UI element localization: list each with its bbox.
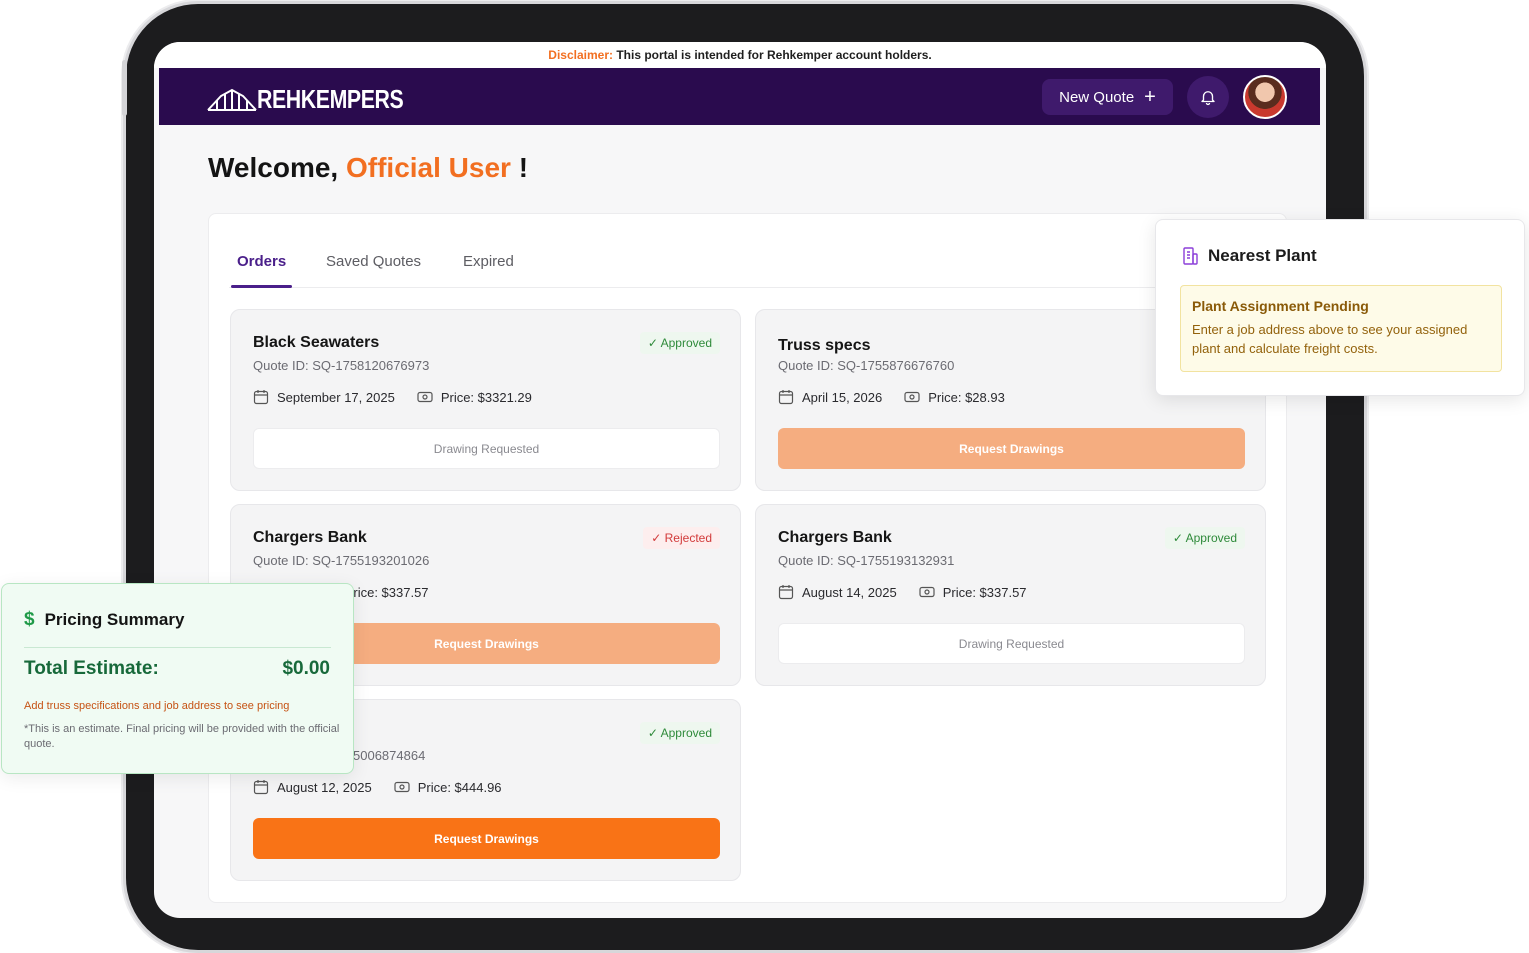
quote-id: Quote ID: SQ-1758120676973 — [253, 358, 430, 373]
order-meta: April 15, 2026 Price: $28.93 — [778, 389, 1005, 405]
order-price: Price: $337.57 — [344, 584, 429, 600]
pricing-hint: Add truss specifications and job address… — [24, 700, 290, 712]
pricing-disclaimer: *This is an estimate. Final pricing will… — [24, 723, 340, 750]
new-quote-label: New Quote — [1059, 88, 1135, 106]
pricing-summary-card: $ Pricing Summary Total Estimate: $0.00 … — [1, 583, 354, 774]
quote-id: Quote ID: SQ-1755193132931 — [778, 553, 955, 568]
page-title: Welcome, Official User ! — [208, 152, 528, 184]
order-meta: September 17, 2025 Price: $3321.29 — [253, 389, 532, 405]
total-estimate-value: $0.00 — [282, 658, 330, 679]
notifications-button[interactable] — [1187, 76, 1229, 118]
logo[interactable]: REHKEMPERS — [207, 84, 435, 115]
calendar-icon — [253, 780, 269, 795]
order-date: April 15, 2026 — [802, 389, 883, 405]
money-icon — [904, 391, 920, 403]
disclaimer-label: Disclaimer: — [548, 48, 613, 62]
quote-id: Quote ID: SQ-1755876676760 — [778, 358, 955, 373]
disclaimer-bar: Disclaimer: This portal is intended for … — [154, 42, 1326, 68]
total-estimate-label: Total Estimate: — [24, 658, 159, 679]
request-drawings-button[interactable]: Request Drawings — [253, 818, 720, 859]
disclaimer-text: This portal is intended for Rehkemper ac… — [612, 48, 932, 62]
user-name: Official User — [345, 152, 511, 183]
orders-panel: Orders Saved Quotes Expired Black Seawat… — [208, 213, 1287, 903]
calendar-icon — [778, 390, 794, 405]
quote-id: 5006874864 — [353, 748, 426, 763]
tab-expired[interactable]: Expired — [463, 253, 514, 270]
quote-id: Quote ID: SQ-1755193201026 — [253, 553, 430, 568]
logo-bridge-icon — [207, 88, 257, 111]
nearest-plant-card: Nearest Plant Plant Assignment Pending E… — [1155, 219, 1525, 396]
order-price: Price: $444.96 — [417, 779, 502, 795]
pricing-summary-header: $ Pricing Summary — [24, 609, 184, 631]
order-card: Chargers Bank Quote ID: SQ-1755193132931… — [755, 504, 1266, 686]
nearest-plant-header: Nearest Plant — [1180, 246, 1317, 266]
tablet-side-button — [122, 60, 127, 116]
request-drawings-button[interactable]: Request Drawings — [778, 428, 1245, 469]
divider — [24, 647, 331, 648]
nearest-plant-title: Nearest Plant — [1208, 246, 1317, 265]
calendar-icon — [778, 585, 794, 600]
top-navbar: REHKEMPERS New Quote + — [159, 68, 1320, 125]
order-meta: August 14, 2025 Price: $337.57 — [778, 584, 1027, 600]
status-badge: ✓ Approved — [639, 332, 720, 354]
building-icon — [1183, 247, 1198, 265]
plant-notice-title: Plant Assignment Pending — [1192, 298, 1369, 314]
order-title: Truss specs — [778, 337, 871, 354]
plus-icon: + — [1144, 86, 1156, 108]
drawing-requested-button[interactable]: Drawing Requested — [253, 428, 720, 469]
order-card: Black Seawaters Quote ID: SQ-17581206769… — [230, 309, 741, 491]
order-meta: August 12, 2025 Price: $444.96 — [253, 779, 502, 795]
order-date: August 12, 2025 — [277, 779, 372, 795]
drawing-requested-button[interactable]: Drawing Requested — [778, 623, 1245, 664]
money-icon — [417, 391, 433, 403]
logo-text: REHKEMPERS — [257, 84, 404, 114]
order-title: Chargers Bank — [253, 529, 367, 546]
money-icon — [919, 586, 935, 598]
order-date: September 17, 2025 — [277, 389, 395, 405]
plant-notice-text: Enter a job address above to see your as… — [1192, 322, 1468, 356]
order-title: Black Seawaters — [253, 334, 380, 351]
tab-orders[interactable]: Orders — [237, 253, 286, 270]
money-icon — [394, 781, 410, 793]
bell-icon — [1201, 91, 1215, 106]
plant-assignment-notice: Plant Assignment Pending Enter a job add… — [1180, 285, 1502, 372]
status-badge: ✓ Approved — [1164, 527, 1245, 549]
welcome-suffix: ! — [510, 152, 529, 183]
order-price: Price: $28.93 — [928, 389, 1005, 405]
tab-bar: Orders Saved Quotes Expired — [229, 214, 1269, 288]
order-date: August 14, 2025 — [802, 584, 897, 600]
welcome-prefix: Welcome, — [208, 152, 346, 183]
order-price: Price: $337.57 — [942, 584, 1027, 600]
dollar-icon: $ — [24, 609, 35, 630]
order-price: Price: $3321.29 — [440, 389, 532, 405]
tab-saved-quotes[interactable]: Saved Quotes — [326, 253, 421, 270]
order-title: Chargers Bank — [778, 529, 892, 546]
calendar-icon — [253, 390, 269, 405]
new-quote-button[interactable]: New Quote + — [1042, 79, 1173, 115]
avatar[interactable] — [1243, 75, 1287, 119]
status-badge: ✓ Approved — [639, 722, 720, 744]
pricing-summary-title: Pricing Summary — [44, 610, 185, 629]
status-badge: ✓ Rejected — [643, 527, 720, 549]
app-screen: Disclaimer: This portal is intended for … — [154, 42, 1326, 918]
active-tab-indicator — [231, 285, 292, 288]
